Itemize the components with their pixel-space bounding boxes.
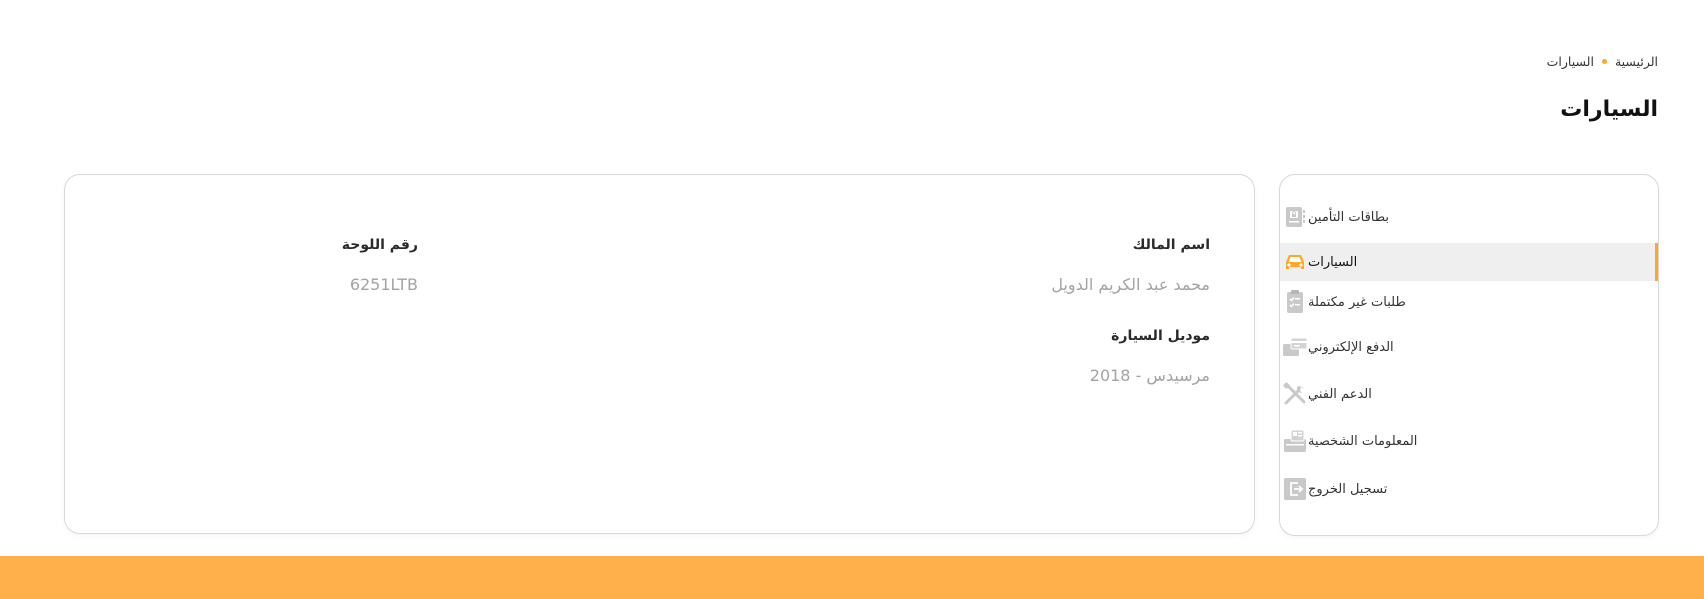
tools-icon	[1282, 381, 1308, 407]
sidebar-item-label: طلبات غير مكتملة	[1308, 294, 1406, 310]
logout-icon	[1282, 476, 1308, 502]
sidebar-item-label: تسجيل الخروج	[1308, 481, 1388, 497]
sidebar-menu: بطاقات التأمين السيارات طلبات غير مكتملة	[1279, 174, 1659, 536]
sidebar-item-technical-support[interactable]: الدعم الفني	[1280, 375, 1658, 413]
sidebar-item-label: المعلومات الشخصية	[1308, 433, 1418, 449]
sidebar-item-electronic-payment[interactable]: الدفع الإلكتروني	[1280, 328, 1658, 366]
owner-field: اسم المالك محمد عبد الكريم الدويل	[1051, 237, 1210, 294]
model-label: موديل السيارة	[1111, 328, 1210, 344]
page-title: السيارات	[1560, 97, 1658, 122]
sidebar-item-cars[interactable]: السيارات	[1280, 243, 1658, 281]
plate-value: 6251LTB	[349, 275, 418, 294]
owner-value: محمد عبد الكريم الدويل	[1051, 275, 1210, 294]
model-field: موديل السيارة مرسيدس - 2018	[1090, 328, 1210, 385]
car-details-card: اسم المالك محمد عبد الكريم الدويل موديل …	[64, 174, 1255, 534]
sidebar-item-incomplete-requests[interactable]: طلبات غير مكتملة	[1280, 283, 1658, 321]
sidebar-item-logout[interactable]: تسجيل الخروج	[1280, 470, 1658, 508]
sidebar-item-personal-info[interactable]: المعلومات الشخصية	[1280, 422, 1658, 460]
sidebar-item-label: بطاقات التأمين	[1308, 209, 1390, 225]
sidebar-item-insurance-cards[interactable]: بطاقات التأمين	[1280, 198, 1658, 236]
breadcrumb: الرئيسية السيارات	[1547, 54, 1658, 69]
clipboard-checklist-icon	[1282, 289, 1308, 315]
model-value: مرسيدس - 2018	[1089, 366, 1210, 385]
breadcrumb-separator	[1601, 59, 1607, 64]
footer-bar	[0, 556, 1704, 599]
payment-card-icon	[1282, 334, 1308, 360]
sidebar-item-label: الدعم الفني	[1308, 386, 1372, 402]
plate-label: رقم اللوحة	[341, 237, 418, 253]
plate-field: رقم اللوحة 6251LTB	[342, 237, 418, 294]
sidebar-item-label: الدفع الإلكتروني	[1308, 339, 1394, 355]
owner-label: اسم المالك	[1132, 237, 1210, 253]
insurance-card-icon	[1282, 204, 1308, 230]
car-icon	[1282, 249, 1308, 275]
sidebar-item-label: السيارات	[1308, 254, 1358, 270]
breadcrumb-current: السيارات	[1546, 54, 1594, 69]
id-card-icon	[1282, 428, 1308, 454]
breadcrumb-home-link[interactable]: الرئيسية	[1615, 54, 1658, 69]
